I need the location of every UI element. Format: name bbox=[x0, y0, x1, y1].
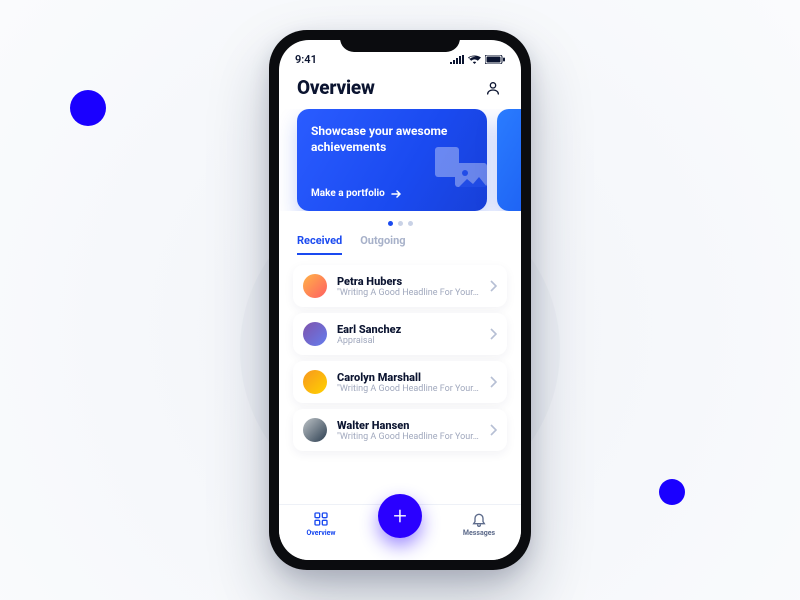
tab-received[interactable]: Received bbox=[297, 234, 342, 255]
list-item-body: Carolyn Marshall "Writing A Good Headlin… bbox=[337, 371, 479, 394]
plus-icon: + bbox=[393, 504, 407, 528]
list-item-name: Earl Sanchez bbox=[337, 323, 479, 336]
wifi-icon bbox=[468, 55, 481, 64]
pager-dot-active bbox=[388, 221, 393, 226]
user-icon bbox=[485, 80, 501, 96]
fab-add[interactable]: + bbox=[378, 494, 422, 538]
grid-icon bbox=[313, 511, 329, 527]
phone-screen: 9:41 Overview Showcase your awesome achi… bbox=[279, 40, 521, 560]
tab-outgoing[interactable]: Outgoing bbox=[360, 234, 405, 255]
list-item-sub: Appraisal bbox=[337, 336, 479, 346]
carousel-pager bbox=[279, 221, 521, 226]
list-item-body: Walter Hansen "Writing A Good Headline F… bbox=[337, 419, 479, 442]
promo-illustration bbox=[435, 147, 487, 195]
pager-dot bbox=[398, 221, 403, 226]
status-indicators bbox=[450, 55, 505, 64]
header: Overview bbox=[279, 70, 521, 109]
tabs: Received Outgoing bbox=[279, 234, 521, 259]
bell-icon bbox=[471, 511, 487, 527]
cellular-icon bbox=[450, 55, 464, 64]
decor-dot-bottom-right bbox=[659, 479, 685, 505]
list-item[interactable]: Walter Hansen "Writing A Good Headline F… bbox=[293, 409, 507, 451]
page-title: Overview bbox=[297, 76, 375, 99]
list-item[interactable]: Petra Hubers "Writing A Good Headline Fo… bbox=[293, 265, 507, 307]
avatar bbox=[303, 322, 327, 346]
chevron-right-icon bbox=[489, 424, 497, 436]
bottom-nav: Overview Messages + bbox=[279, 504, 521, 560]
avatar bbox=[303, 274, 327, 298]
pager-dot bbox=[408, 221, 413, 226]
list-item-body: Earl Sanchez Appraisal bbox=[337, 323, 479, 346]
decor-dot-top-left bbox=[70, 90, 106, 126]
list-item-name: Petra Hubers bbox=[337, 275, 479, 288]
promo-card[interactable]: Showcase your awesome achievements Make … bbox=[297, 109, 487, 211]
promo-cta[interactable]: Make a portfolio bbox=[311, 188, 401, 199]
phone-frame: 9:41 Overview Showcase your awesome achi… bbox=[269, 30, 531, 570]
list-item-name: Walter Hansen bbox=[337, 419, 479, 432]
list-item-sub: "Writing A Good Headline For Your..." bbox=[337, 432, 479, 442]
nav-messages[interactable]: Messages bbox=[444, 511, 514, 537]
promo-cta-label: Make a portfolio bbox=[311, 188, 385, 199]
chevron-right-icon bbox=[489, 328, 497, 340]
chevron-right-icon bbox=[489, 376, 497, 388]
promo-card-next[interactable] bbox=[497, 109, 521, 211]
phone-notch bbox=[340, 30, 460, 52]
arrow-right-icon bbox=[391, 190, 401, 198]
nav-label: Overview bbox=[306, 529, 335, 537]
received-list: Petra Hubers "Writing A Good Headline Fo… bbox=[279, 259, 521, 451]
list-item-name: Carolyn Marshall bbox=[337, 371, 479, 384]
nav-label: Messages bbox=[463, 529, 495, 537]
avatar bbox=[303, 418, 327, 442]
battery-icon bbox=[485, 55, 505, 64]
list-item[interactable]: Earl Sanchez Appraisal bbox=[293, 313, 507, 355]
list-item-body: Petra Hubers "Writing A Good Headline Fo… bbox=[337, 275, 479, 298]
list-item-sub: "Writing A Good Headline For Your..." bbox=[337, 288, 479, 298]
chevron-right-icon bbox=[489, 280, 497, 292]
promo-carousel[interactable]: Showcase your awesome achievements Make … bbox=[279, 109, 521, 211]
avatar bbox=[303, 370, 327, 394]
nav-overview[interactable]: Overview bbox=[286, 511, 356, 537]
list-item-sub: "Writing A Good Headline For Your..." bbox=[337, 384, 479, 394]
profile-button[interactable] bbox=[483, 78, 503, 98]
list-item[interactable]: Carolyn Marshall "Writing A Good Headlin… bbox=[293, 361, 507, 403]
status-time: 9:41 bbox=[295, 53, 317, 66]
promo-title: Showcase your awesome achievements bbox=[311, 123, 451, 155]
